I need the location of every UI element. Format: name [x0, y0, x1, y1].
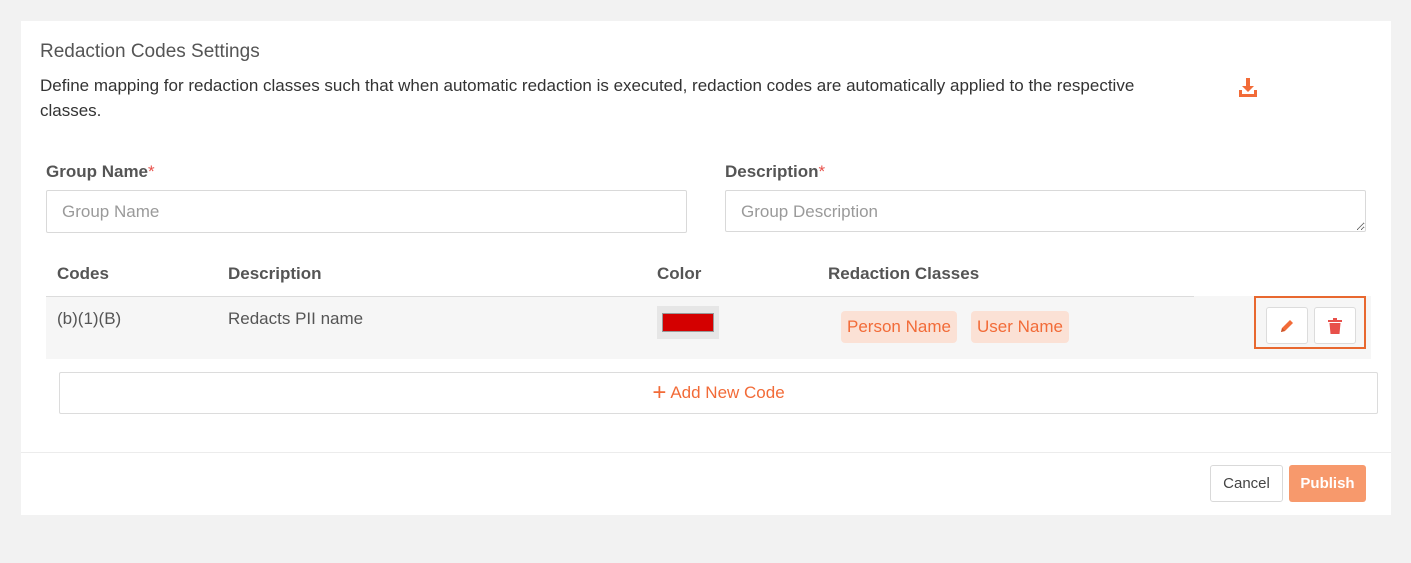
- add-new-code-label: Add New Code: [670, 383, 785, 402]
- group-description-input[interactable]: [725, 190, 1366, 232]
- description-label-text: Description: [725, 162, 819, 181]
- group-name-input[interactable]: [46, 190, 687, 233]
- table-row: (b)(1)(B) Redacts PII name Person Name U…: [46, 296, 1371, 359]
- page-title: Redaction Codes Settings: [40, 41, 260, 62]
- footer-divider: [21, 452, 1391, 453]
- page-description: Define mapping for redaction classes suc…: [40, 76, 1135, 120]
- required-mark: *: [818, 162, 826, 181]
- pencil-icon: [1281, 319, 1293, 332]
- required-mark: *: [148, 162, 155, 181]
- settings-card: Redaction Codes Settings Define mapping …: [21, 21, 1391, 515]
- download-icon[interactable]: [1237, 76, 1259, 98]
- description-label: Description*: [725, 162, 825, 182]
- add-new-code-button[interactable]: + Add New Code: [59, 372, 1378, 414]
- column-header-description: Description: [228, 264, 322, 283]
- row-actions: [1254, 296, 1366, 349]
- row-divider: [46, 296, 1194, 297]
- column-header-color: Color: [657, 264, 702, 283]
- redaction-class-tag-user-name: User Name: [971, 311, 1069, 343]
- cancel-button[interactable]: Cancel: [1210, 465, 1283, 502]
- description-cell: Redacts PII name: [228, 309, 364, 328]
- delete-button[interactable]: [1314, 307, 1356, 344]
- redaction-class-tag-person-name: Person Name: [841, 311, 957, 343]
- edit-button[interactable]: [1266, 307, 1308, 344]
- trash-icon: [1328, 317, 1342, 334]
- group-name-label: Group Name*: [46, 162, 155, 182]
- color-cell[interactable]: [657, 306, 719, 339]
- color-swatch[interactable]: [662, 313, 714, 332]
- code-cell: (b)(1)(B): [57, 309, 122, 328]
- column-header-codes: Codes: [57, 264, 109, 283]
- column-header-redaction-classes: Redaction Classes: [828, 264, 980, 283]
- plus-icon: +: [652, 379, 667, 406]
- group-name-label-text: Group Name: [46, 162, 149, 181]
- publish-button[interactable]: Publish: [1289, 465, 1366, 502]
